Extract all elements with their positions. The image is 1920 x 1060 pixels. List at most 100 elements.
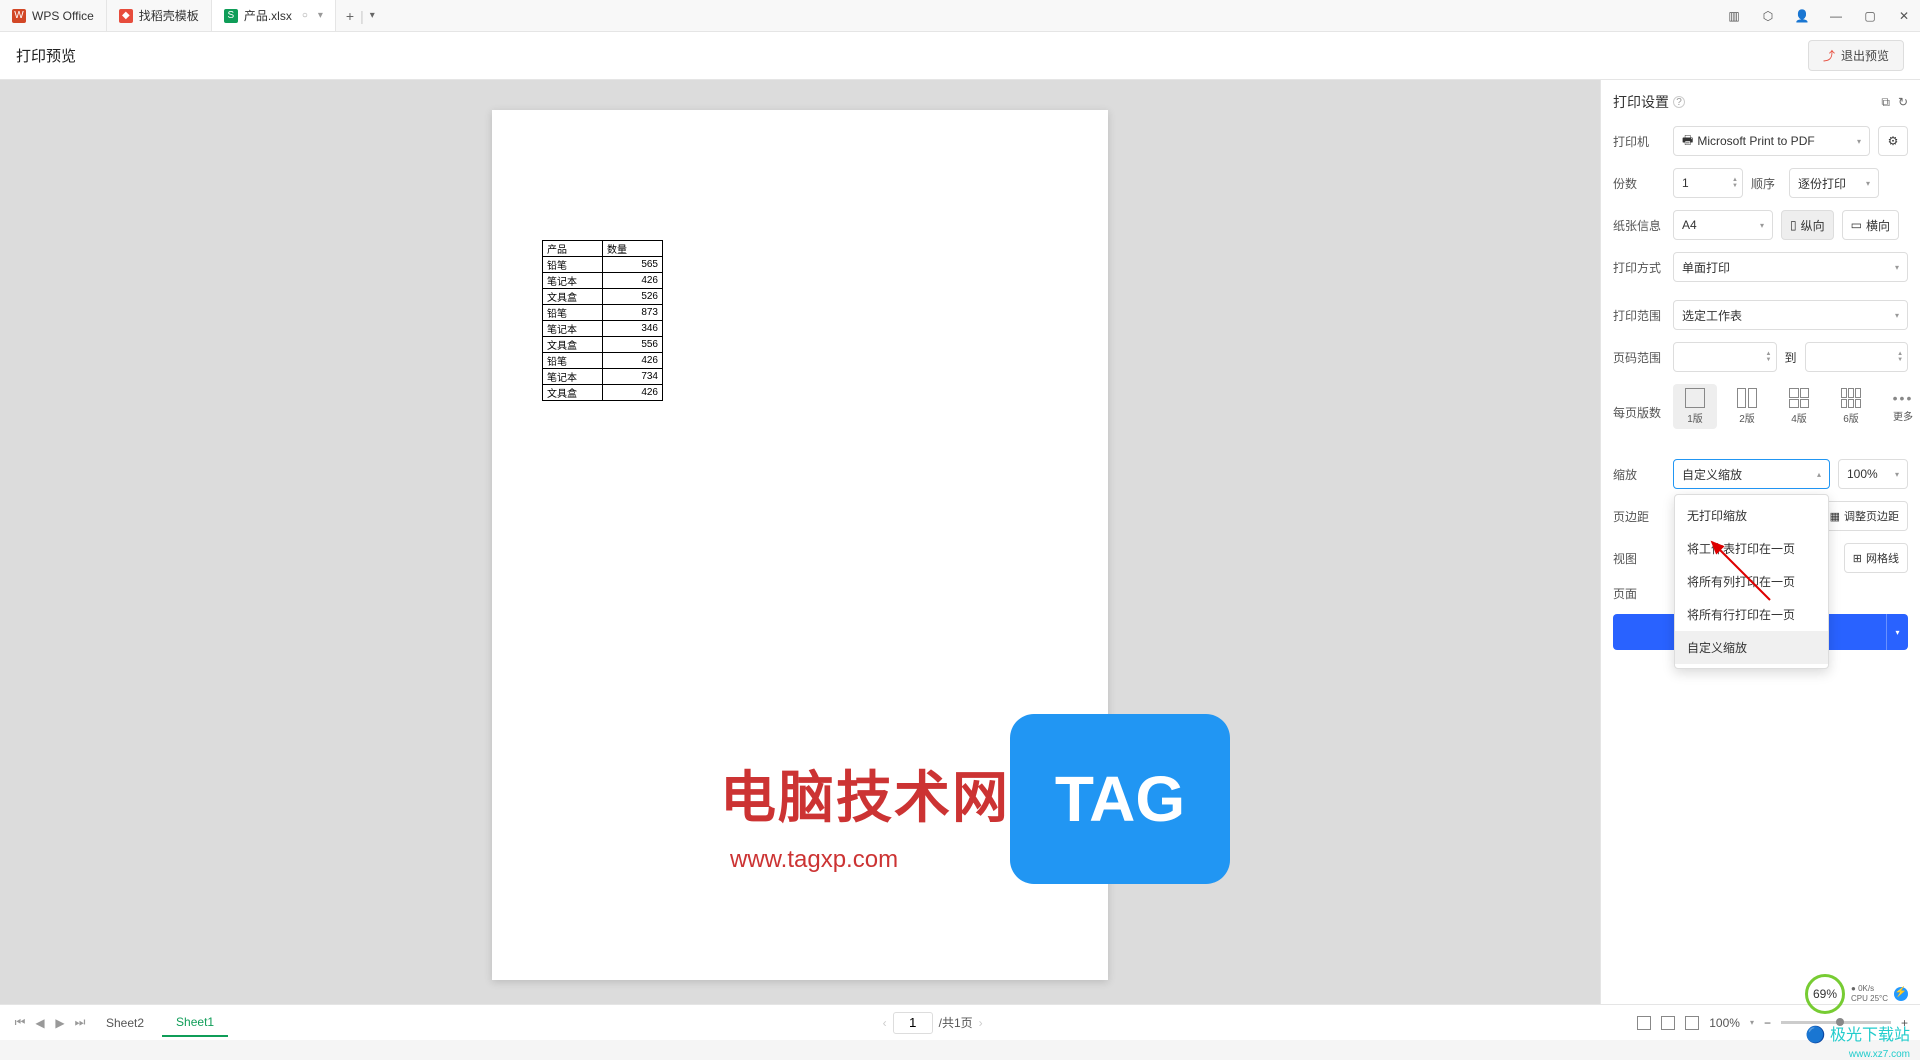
wps-icon: W [12,9,26,23]
chevron-down-icon: ▾ [1760,221,1764,230]
duplex-label: 打印方式 [1613,259,1665,276]
chevron-down-icon[interactable]: ▾ [318,10,323,21]
paper-select[interactable]: A4 ▾ [1673,210,1773,240]
order-label: 顺序 [1751,175,1781,192]
help-icon[interactable]: ? [1673,96,1685,108]
page-setup-label: 页面 [1613,585,1665,602]
cpu-percent: 69% [1805,974,1845,1014]
scale-option-fit-rows[interactable]: 将所有行打印在一页 [1675,598,1828,631]
prev-page-button[interactable]: ‹ [883,1016,887,1030]
first-sheet-button[interactable]: ⏮ [12,1015,28,1030]
scale-label: 缩放 [1613,466,1665,483]
copies-label: 份数 [1613,175,1665,192]
scale-option-fit-sheet[interactable]: 将工作表打印在一页 [1675,532,1828,565]
printer-select[interactable]: 🖶 Microsoft Print to PDF ▾ [1673,126,1870,156]
preview-table: 产品数量 铅笔565 笔记本426 文具盒526 铅笔873 笔记本346 文具… [542,240,663,401]
tab-wps[interactable]: W WPS Office [0,0,107,31]
close-button[interactable]: ✕ [1888,0,1920,32]
scale-dropdown: 无打印缩放 将工作表打印在一页 将所有列打印在一页 将所有行打印在一页 自定义缩… [1674,494,1829,669]
range-select[interactable]: 选定工作表 ▾ [1673,300,1908,330]
spreadsheet-icon: S [224,9,238,23]
view-normal-icon[interactable] [1637,1016,1651,1030]
chevron-down-icon: ▾ [1895,311,1899,320]
page-range-to: 到 [1785,349,1797,366]
watermark-title: 电脑技术网 [720,753,1010,834]
chevron-down-icon: ▾ [1866,179,1870,188]
landscape-icon: ▭ [1851,218,1862,232]
exit-icon: ⤴ [1823,47,1835,64]
settings-header: 打印设置 ? ⧉ ↻ [1613,92,1908,112]
duplex-select[interactable]: 单面打印 ▾ [1673,252,1908,282]
tab-strip: W WPS Office ◆ 找稻壳模板 S 产品.xlsx ○ ▾ +|▾ [0,0,385,31]
view-break-icon[interactable] [1685,1016,1699,1030]
order-select[interactable]: 逐份打印 ▾ [1789,168,1879,198]
printer-label: 打印机 [1613,133,1665,150]
tab-template[interactable]: ◆ 找稻壳模板 [107,0,212,31]
last-sheet-button[interactable]: ⏭ [72,1015,88,1030]
view-page-icon[interactable] [1661,1016,1675,1030]
spinner-down[interactable]: ▼ [1732,183,1738,189]
layout-4[interactable]: 4版 [1777,384,1821,429]
portrait-button[interactable]: ▯纵向 [1781,210,1834,240]
layout-1[interactable]: 1版 [1673,384,1717,429]
template-icon: ◆ [119,9,133,23]
scale-option-none[interactable]: 无打印缩放 [1675,499,1828,532]
expand-icon[interactable]: ⧉ [1881,95,1890,110]
scale-select[interactable]: 自定义缩放 ▴ 无打印缩放 将工作表打印在一页 将所有列打印在一页 将所有行打印… [1673,459,1830,489]
watermark-url: www.tagxp.com [730,846,898,874]
gridlines-button[interactable]: ⊞网格线 [1844,543,1908,573]
zoom-out-button[interactable]: − [1764,1016,1771,1030]
scale-option-custom[interactable]: 自定义缩放 [1675,631,1828,664]
panel-icon[interactable]: ▥ [1718,0,1750,32]
avatar-icon[interactable]: 👤 [1786,0,1818,32]
tab-label: WPS Office [32,9,94,23]
tab-file[interactable]: S 产品.xlsx ○ ▾ [212,0,336,31]
maximize-button[interactable]: ▢ [1854,0,1886,32]
zoom-value[interactable]: 100% [1709,1016,1740,1030]
portrait-icon: ▯ [1790,218,1797,232]
copies-input[interactable]: 1 ▲▼ [1673,168,1743,198]
layout-6[interactable]: 6版 [1829,384,1873,429]
print-split-icon[interactable]: ▾ [1886,614,1908,650]
sheet-navigation: ⏮ ◀ ▶ ⏭ Sheet2 Sheet1 [12,1009,228,1037]
layout-label: 每页版数 [1613,404,1665,421]
status-bar: ⏮ ◀ ▶ ⏭ Sheet2 Sheet1 ‹ /共1页 › 100%▾ − + [0,1004,1920,1040]
margin-label: 页边距 [1613,508,1665,525]
scale-percent-select[interactable]: 100% ▾ [1838,459,1908,489]
print-settings-panel: 打印设置 ? ⧉ ↻ 打印机 🖶 Microsoft Print to PDF … [1600,80,1920,1004]
sheet-tab-sheet1[interactable]: Sheet1 [162,1009,228,1037]
printer-value: Microsoft Print to PDF [1697,134,1814,148]
main-area: 产品数量 铅笔565 笔记本426 文具盒526 铅笔873 笔记本346 文具… [0,80,1920,1004]
layout-more[interactable]: •••更多 [1881,386,1920,427]
page-navigation: ‹ /共1页 › [883,1012,983,1034]
landscape-button[interactable]: ▭横向 [1842,210,1899,240]
adjust-margins-button[interactable]: ▦调整页边距 [1821,501,1908,531]
gear-icon: ⚙ [1888,134,1899,148]
exit-label: 退出预览 [1841,47,1889,64]
preview-canvas[interactable]: 产品数量 铅笔565 笔记本426 文具盒526 铅笔873 笔记本346 文具… [0,80,1600,1004]
minimize-button[interactable]: — [1820,0,1852,32]
new-tab-button[interactable]: +|▾ [336,0,385,31]
view-label: 视图 [1613,550,1665,567]
tab-label: 找稻壳模板 [139,7,199,24]
printer-settings-button[interactable]: ⚙ [1878,126,1908,156]
paper-label: 纸张信息 [1613,217,1665,234]
cube-icon[interactable]: ⬡ [1752,0,1784,32]
page-input[interactable] [893,1012,933,1034]
sheet-tab-sheet2[interactable]: Sheet2 [92,1010,158,1036]
site-watermark: 🔵 极光下载站 [1806,1021,1910,1045]
prev-sheet-button[interactable]: ◀ [32,1016,48,1030]
chevron-down-icon: ▾ [1895,263,1899,272]
chevron-down-icon: ▾ [1857,137,1861,146]
tab-menu-icon[interactable]: ○ [302,10,308,21]
page-from-input[interactable]: ▲▼ [1673,342,1777,372]
next-page-button[interactable]: › [979,1016,983,1030]
page-title: 打印预览 [16,45,76,66]
scale-option-fit-cols[interactable]: 将所有列打印在一页 [1675,565,1828,598]
layout-2[interactable]: 2版 [1725,384,1769,429]
next-sheet-button[interactable]: ▶ [52,1016,68,1030]
exit-preview-button[interactable]: ⤴ 退出预览 [1808,40,1904,71]
page-to-input[interactable]: ▲▼ [1805,342,1909,372]
refresh-icon[interactable]: ↻ [1898,95,1908,110]
watermark-tag: TAG [1010,714,1230,884]
